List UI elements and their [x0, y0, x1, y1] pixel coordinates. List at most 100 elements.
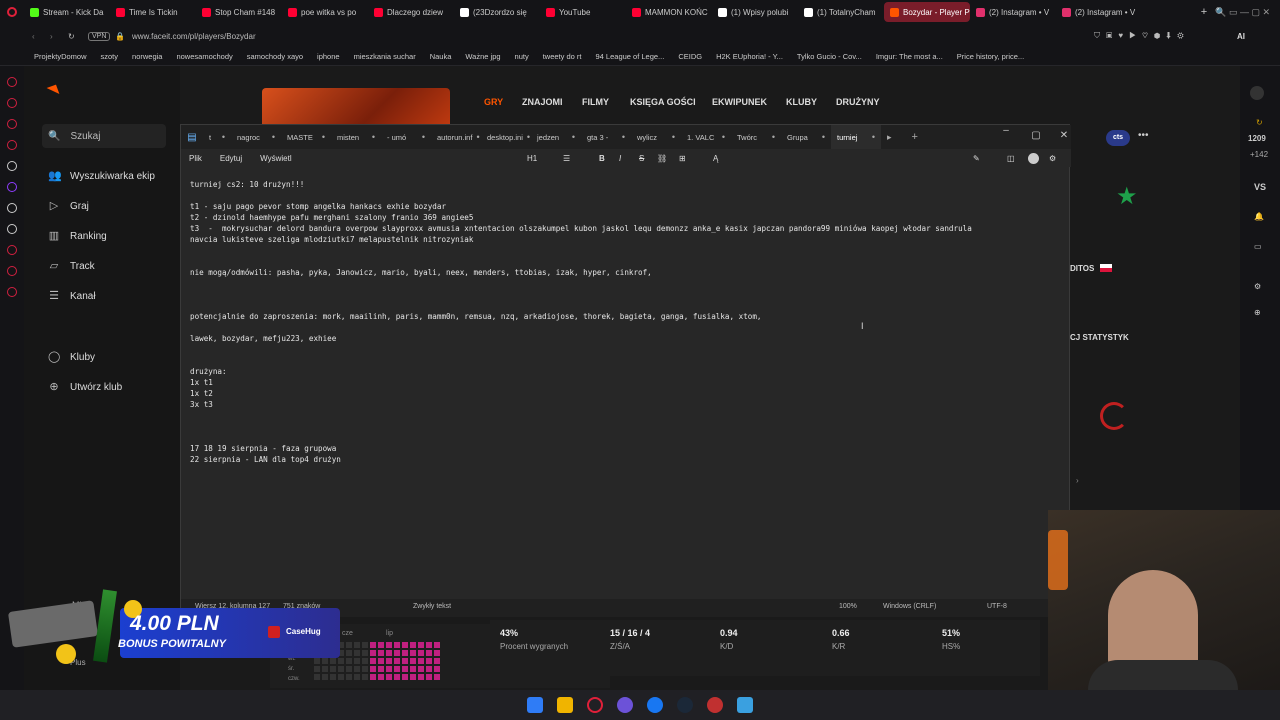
notepad-tab[interactable]: nagroc •	[231, 125, 281, 149]
nav-tab[interactable]: KSIĘGA GOŚCI	[630, 97, 696, 107]
unsaved-dot-icon[interactable]: •	[372, 132, 375, 142]
facebook-icon[interactable]	[647, 697, 663, 713]
chat-icon[interactable]: ▭	[1254, 242, 1262, 251]
sidebar-item-ranking[interactable]: ▥ Ranking	[48, 230, 107, 242]
zoom-level[interactable]: 100%	[839, 603, 857, 610]
unsaved-dot-icon[interactable]: •	[322, 132, 325, 142]
steam-icon[interactable]	[677, 697, 693, 713]
opera-logo-icon[interactable]	[0, 7, 24, 17]
plus-icon[interactable]: ⊕	[1254, 308, 1261, 317]
maximize-icon[interactable]: ▢	[1021, 130, 1051, 142]
notepad-tab[interactable]: gta 3 - •	[581, 125, 631, 149]
bookmark-item[interactable]: Nauka	[430, 52, 452, 61]
menu-file[interactable]: Plik	[189, 154, 202, 163]
notepad-tab[interactable]: t •	[203, 125, 231, 149]
sidebar-app-icon[interactable]	[7, 245, 17, 255]
sidebar-item-track[interactable]: ▱ Track	[48, 260, 95, 272]
bold-icon[interactable]: B	[599, 154, 605, 163]
bookmark-item[interactable]: nuty	[515, 52, 529, 61]
sidebar-item-create-club[interactable]: ⊕ Utwórz klub	[48, 381, 122, 393]
bookmark-item[interactable]: Price history, price...	[957, 52, 1024, 61]
bookmark-item[interactable]: iphone	[317, 52, 340, 61]
browser-tab[interactable]: (2) Instagram • V	[1056, 2, 1142, 22]
browser-tab[interactable]: Bozydar - Player Profile -	[884, 2, 970, 22]
bookmark-item[interactable]: norwegia	[132, 52, 162, 61]
browser-tab[interactable]: poe witka vs po	[282, 2, 368, 22]
bookmark-item[interactable]: CEIDG	[678, 52, 702, 61]
browser-tab[interactable]: Dlaczego dziew	[368, 2, 454, 22]
ai-button[interactable]: AI	[1237, 32, 1245, 41]
browser-tab[interactable]: Time Is Tickin	[110, 2, 196, 22]
browser-tab[interactable]: (1) TotalnyCham	[798, 2, 884, 22]
unsaved-dot-icon[interactable]: •	[272, 132, 275, 142]
nav-tab[interactable]: FILMY	[582, 97, 609, 107]
sidebar-item-feed[interactable]: ☰ Kanał	[48, 290, 96, 302]
reload-icon[interactable]: ↻	[68, 32, 75, 41]
sidebar-item-play[interactable]: ▷ Graj	[48, 200, 89, 212]
sidebar-item-clubs[interactable]: ◯ Kluby	[48, 351, 95, 363]
new-tab-icon[interactable]: +	[912, 131, 918, 143]
notepad-tab[interactable]: wylicz •	[631, 125, 681, 149]
unsaved-dot-icon[interactable]: •	[872, 132, 875, 142]
unsaved-dot-icon[interactable]: •	[772, 132, 775, 142]
bookmark-item[interactable]: Imgur: The most a...	[876, 52, 943, 61]
link-icon[interactable]: ⛓	[657, 154, 667, 163]
url-field[interactable]: www.faceit.com/pl/players/Bozydar	[132, 32, 256, 41]
notepad-text-area[interactable]: turniej cs2: 10 drużyn!!! t1 - saju pago …	[190, 179, 1060, 465]
notepad-tab[interactable]: Grupa •	[781, 125, 831, 149]
bookmark-item[interactable]: ProjektyDomow	[34, 52, 87, 61]
unsaved-dot-icon[interactable]: •	[722, 132, 725, 142]
copilot-icon[interactable]: ✎	[973, 154, 980, 163]
italic-icon[interactable]: I	[619, 154, 621, 163]
discord-icon[interactable]	[617, 697, 633, 713]
unsaved-dot-icon[interactable]: •	[476, 132, 479, 142]
new-tab-button[interactable]: +	[1201, 6, 1207, 18]
sidebar-app-icon[interactable]	[7, 203, 17, 213]
x-icon[interactable]	[7, 224, 17, 234]
unsaved-dot-icon[interactable]: •	[672, 132, 675, 142]
avatar[interactable]	[1028, 153, 1039, 164]
nav-tab[interactable]: ZNAJOMI	[522, 97, 563, 107]
bookmark-item[interactable]: mieszkania suchar	[354, 52, 416, 61]
notification-icon[interactable]: ◫	[1007, 154, 1015, 163]
bookmark-item[interactable]: nowesamochody	[176, 52, 232, 61]
browser-toolbar-icons[interactable]: ⛉▣♥▶♡⬢⬇⚙	[1094, 31, 1190, 41]
browser-tab[interactable]: MAMMON KOŃC	[626, 2, 712, 22]
bookmark-item[interactable]: samochody xayo	[247, 52, 303, 61]
windows-start-icon[interactable]	[527, 697, 543, 713]
notepad-tab[interactable]: jedzen •	[531, 125, 581, 149]
heading-dropdown[interactable]: H1	[527, 154, 537, 163]
unsaved-dot-icon[interactable]: •	[622, 132, 625, 142]
sidebar-app-icon[interactable]	[7, 161, 17, 171]
window-controls[interactable]: 🔍 ▭ — ▢ ✕	[1215, 7, 1270, 18]
notepad-tab[interactable]: 1. VALC •	[681, 125, 731, 149]
app-icon[interactable]	[707, 697, 723, 713]
avatar[interactable]	[1250, 86, 1264, 100]
notepad-tab[interactable]: autorun.inf •	[431, 125, 481, 149]
bookmark-item[interactable]: szoty	[101, 52, 119, 61]
bookmark-item[interactable]: H2K EUphoria! - Y...	[716, 52, 783, 61]
notepad-tab[interactable]: Twórc •	[731, 125, 781, 149]
sidebar-app-icon[interactable]	[7, 98, 17, 108]
sidebar-item-team-search[interactable]: 👥 Wyszukiwarka ekip	[48, 170, 155, 182]
browser-tab[interactable]: Stream - Kick Da	[24, 2, 110, 22]
browser-tab[interactable]: Stop Cham #148	[196, 2, 282, 22]
tab-scroll-icon[interactable]: ▸	[887, 132, 892, 143]
unsaved-dot-icon[interactable]: •	[572, 132, 575, 142]
vpn-badge[interactable]: VPN	[88, 31, 111, 41]
clear-format-icon[interactable]: Ą	[713, 154, 718, 163]
twitch-icon[interactable]	[7, 182, 17, 192]
notepad-tab[interactable]: misten •	[331, 125, 381, 149]
notepad-tab[interactable]: - umó •	[381, 125, 431, 149]
bell-icon[interactable]: 🔔	[1254, 212, 1264, 221]
notepad-tab[interactable]: desktop.ini •	[481, 125, 531, 149]
settings-icon[interactable]: ⚙	[1254, 282, 1261, 291]
settings-icon[interactable]: ⚙	[1049, 154, 1056, 163]
sidebar-app-icon[interactable]	[7, 287, 17, 297]
browser-tab[interactable]: YouTube	[540, 2, 626, 22]
faceit-search[interactable]: 🔍 Szukaj	[42, 124, 166, 148]
sidebar-app-icon[interactable]	[7, 119, 17, 129]
close-icon[interactable]: ✕	[1049, 130, 1079, 142]
bookmark-item[interactable]: 94 League of Lege...	[596, 52, 665, 61]
sidebar-app-icon[interactable]	[7, 77, 17, 87]
